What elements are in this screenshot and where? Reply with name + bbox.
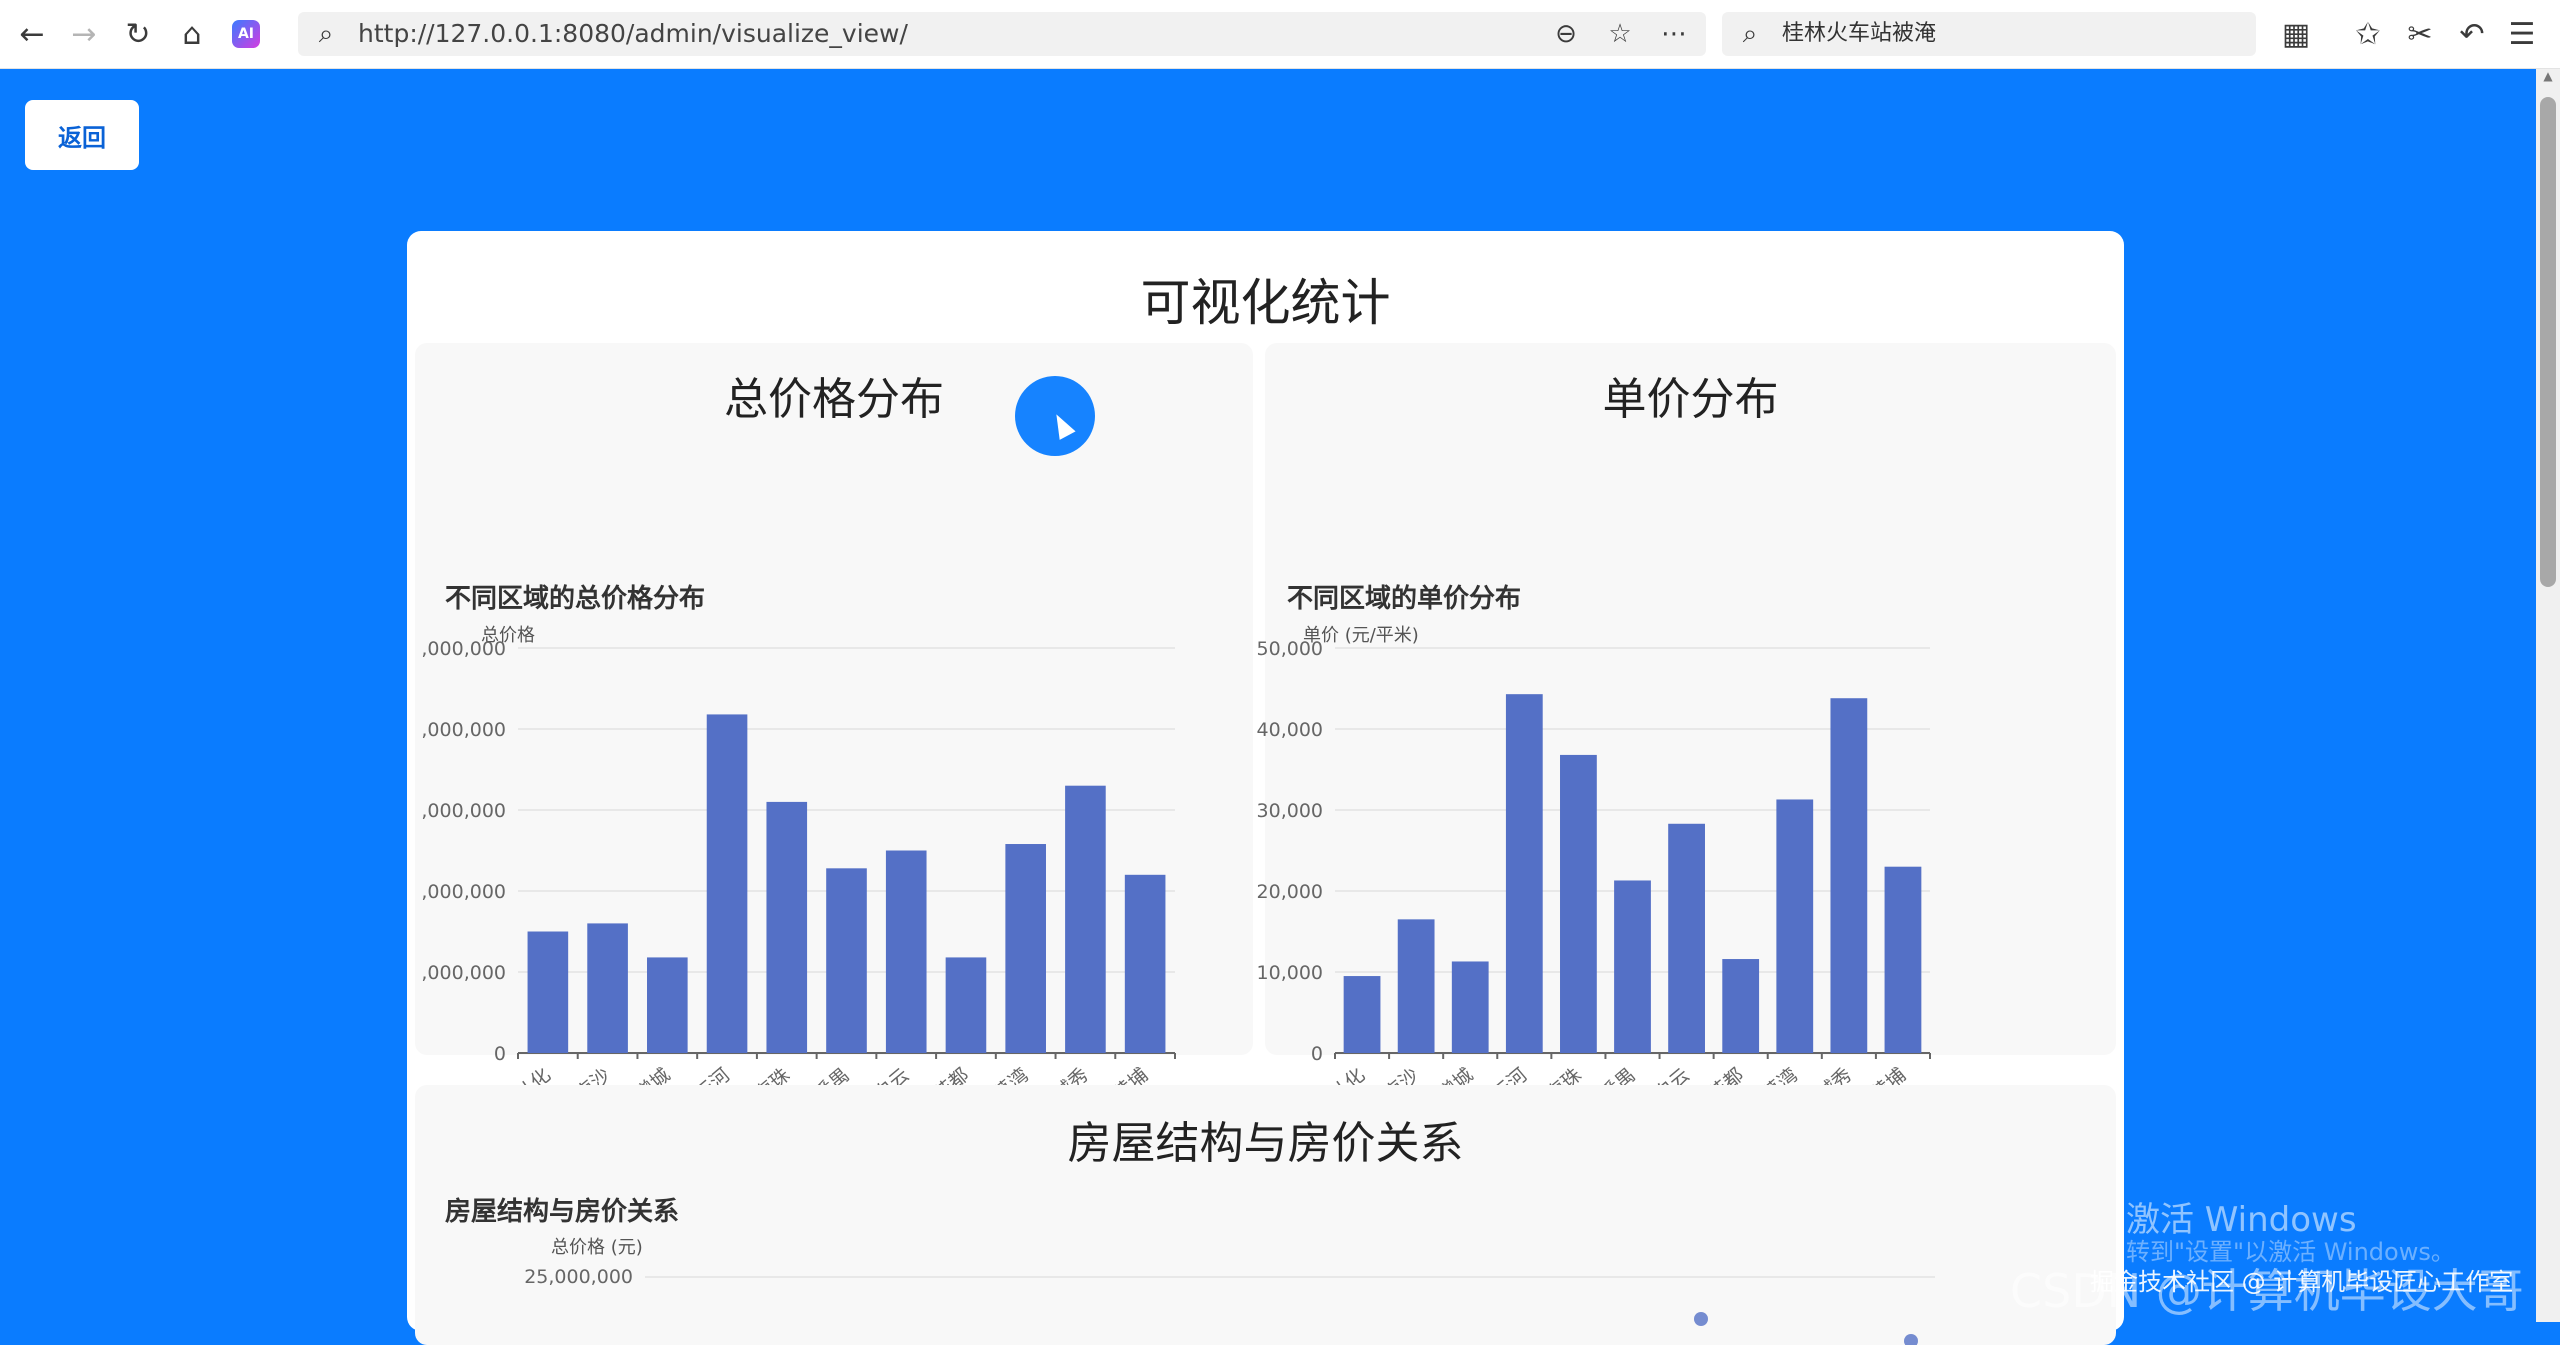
total-price-panel: 总价格分布 不同区域的总价格分布 总价格 0,000,000,000,000,0…: [415, 343, 1253, 1105]
y-tick-label: ,000,000: [421, 962, 506, 984]
bar[interactable]: [1830, 698, 1868, 1053]
y-tick-label: 30,000: [1257, 800, 1323, 822]
bar[interactable]: [1614, 880, 1651, 1053]
bar[interactable]: [1065, 785, 1106, 1053]
bar[interactable]: [1560, 754, 1597, 1053]
undo-icon[interactable]: ↶: [2452, 14, 2492, 54]
total-price-bar-chart: 0 ,000,000 ,000,000 ,000,000 ,000,000 ,000,00…: [421, 638, 1176, 1105]
back-arrow-icon[interactable]: ←: [12, 14, 52, 54]
bar[interactable]: [647, 957, 688, 1053]
scrollbar-thumb[interactable]: [2540, 97, 2556, 587]
bar[interactable]: [1776, 799, 1814, 1053]
bar[interactable]: [527, 931, 569, 1054]
search-bar[interactable]: ⌕ 桂林火车站被淹: [1722, 12, 2256, 56]
y-tick-label: 0: [494, 1043, 506, 1065]
y-tick-label: ,000,000: [421, 881, 506, 903]
bar[interactable]: [1722, 959, 1760, 1053]
y-tick-label: 25,000,000: [524, 1266, 633, 1288]
juejin-watermark: 掘金技术社区 @ 计算机毕设匠心工作室: [2090, 1268, 2514, 1296]
forward-arrow-icon[interactable]: →: [64, 14, 104, 54]
y-tick-label: 10,000: [1257, 962, 1323, 984]
bar[interactable]: [1884, 866, 1922, 1053]
bar[interactable]: [1505, 694, 1543, 1053]
search-icon: ⌕: [1742, 18, 1758, 49]
bar[interactable]: [826, 868, 867, 1053]
bar[interactable]: [885, 850, 927, 1054]
scroll-up-arrow-icon[interactable]: ▲: [2536, 69, 2560, 83]
unit-price-panel: 单价分布 不同区域的单价分布 单价 (元/平米) 0 10,000 20,000 30…: [1257, 343, 2116, 1105]
bar[interactable]: [945, 957, 987, 1053]
statistics-card: 可视化统计 总价格分布 不同区域的总价格分布 总价格 0,000,000,000…: [407, 231, 2124, 1345]
bar[interactable]: [1451, 961, 1489, 1053]
home-icon[interactable]: ⌂: [172, 14, 212, 54]
bookmark-star-icon[interactable]: ☆: [1600, 14, 1640, 54]
search-icon: ⌕: [318, 18, 334, 49]
bar[interactable]: [1005, 844, 1046, 1053]
y-tick-label: 50,000: [1257, 638, 1323, 660]
search-text[interactable]: 桂林火车站被淹: [1782, 12, 1936, 56]
structure-price-panel: 房屋结构与房价关系 房屋结构与房价关系 总价格 (元) 25,000,000: [415, 1085, 2116, 1345]
y-tick-label: 0: [1311, 1043, 1323, 1065]
structure-scatter-chart: 25,000,000: [524, 1266, 1935, 1345]
favorites-icon[interactable]: ✩: [2348, 14, 2388, 54]
bar[interactable]: [706, 714, 748, 1053]
browser-toolbar: ← → ↻ ⌂ AI ⌕ http://127.0.0.1:8080/admin…: [0, 0, 2560, 69]
bar[interactable]: [766, 801, 808, 1053]
ai-extension-icon[interactable]: AI: [232, 20, 260, 48]
url-text[interactable]: http://127.0.0.1:8080/admin/visualize_vi…: [358, 12, 908, 56]
scatter-point[interactable]: [1904, 1334, 1918, 1345]
bar[interactable]: [1124, 874, 1166, 1053]
zoom-out-icon[interactable]: ⊖: [1546, 14, 1586, 54]
back-button[interactable]: 返回: [25, 100, 139, 170]
address-bar[interactable]: ⌕ http://127.0.0.1:8080/admin/visualize_…: [298, 12, 1706, 56]
apps-grid-icon[interactable]: ▦: [2276, 14, 2316, 54]
scissors-icon[interactable]: ✂: [2400, 14, 2440, 54]
y-tick-label: ,000,000: [421, 719, 506, 741]
y-tick-label: ,000,000: [421, 800, 506, 822]
bar[interactable]: [1668, 823, 1705, 1053]
reload-icon[interactable]: ↻: [118, 14, 158, 54]
more-options-icon[interactable]: ⋯: [1654, 14, 1694, 54]
y-tick-label: 40,000: [1257, 719, 1323, 741]
bar[interactable]: [1343, 976, 1381, 1053]
menu-icon[interactable]: ☰: [2502, 14, 2542, 54]
scatter-point[interactable]: [1694, 1312, 1708, 1326]
unit-price-bar-chart: 010,00020,00030,00040,00050,000从化南沙增城天河海…: [1257, 638, 1931, 1105]
y-tick-label: ,000,000: [421, 638, 506, 660]
y-tick-label: 20,000: [1257, 881, 1323, 903]
page-scrollbar[interactable]: ▲: [2536, 69, 2560, 1322]
page-title: 可视化统计: [1140, 274, 1391, 332]
bar[interactable]: [1397, 919, 1435, 1053]
bar[interactable]: [587, 923, 628, 1053]
